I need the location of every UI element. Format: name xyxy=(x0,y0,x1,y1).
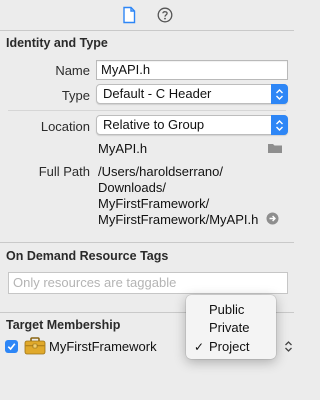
target-checkbox[interactable] xyxy=(5,340,18,353)
type-label: Type xyxy=(61,88,90,103)
type-popup-value: Default - C Header xyxy=(103,86,212,101)
name-label: Name xyxy=(55,63,90,78)
briefcase-icon xyxy=(24,337,46,358)
full-path-line: MyFirstFramework/ xyxy=(98,196,210,211)
identity-inner-divider xyxy=(8,110,286,111)
identity-section-header: Identity and Type xyxy=(6,36,108,50)
location-filename: MyAPI.h xyxy=(98,141,148,156)
reveal-arrow-icon[interactable] xyxy=(266,212,279,228)
location-label: Location xyxy=(40,119,90,134)
menu-item-project[interactable]: Project xyxy=(209,339,249,354)
menu-item-public[interactable]: Public xyxy=(209,302,244,317)
up-down-chevron-icon[interactable] xyxy=(284,340,293,356)
type-popup[interactable]: Default - C Header xyxy=(96,84,288,104)
up-down-chevron-icon xyxy=(271,115,288,135)
tags-field[interactable]: Only resources are taggable xyxy=(8,272,288,294)
full-path-label: Full Path xyxy=(38,164,90,179)
location-popup[interactable]: Relative to Group xyxy=(96,115,288,135)
tab-bar-divider xyxy=(0,30,294,31)
full-path-line: Downloads/ xyxy=(98,180,166,195)
checkmark-icon: ✓ xyxy=(194,340,205,354)
tags-section-header: On Demand Resource Tags xyxy=(6,249,169,263)
visibility-menu: Public Private ✓ Project xyxy=(186,295,276,359)
inspector-tab-bar xyxy=(0,0,294,30)
target-name: MyFirstFramework xyxy=(49,339,157,354)
location-popup-value: Relative to Group xyxy=(103,117,205,132)
membership-section-header: Target Membership xyxy=(6,318,121,332)
name-field[interactable]: MyAPI.h xyxy=(96,60,288,80)
full-path-line: /Users/haroldserrano/ xyxy=(98,164,223,179)
section-divider xyxy=(0,242,294,243)
full-path-line: MyFirstFramework/MyAPI.h xyxy=(98,212,259,227)
help-icon[interactable] xyxy=(156,6,174,24)
up-down-chevron-icon xyxy=(271,84,288,104)
menu-item-private[interactable]: Private xyxy=(209,320,249,335)
folder-icon[interactable] xyxy=(267,142,283,157)
document-icon[interactable] xyxy=(120,6,138,24)
